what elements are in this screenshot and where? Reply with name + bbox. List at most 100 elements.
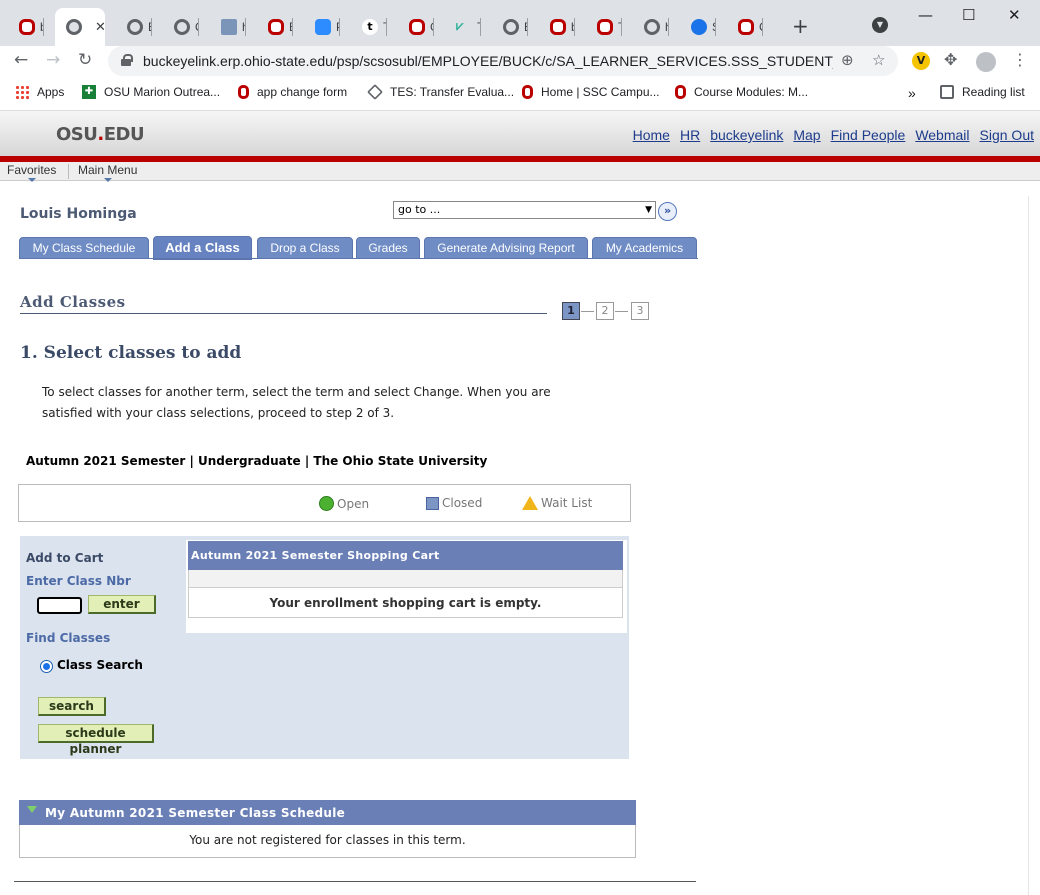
apps-grid-icon <box>15 85 29 99</box>
osu-logo[interactable]: OSU.EDU <box>56 124 145 145</box>
reload-icon[interactable]: ↻ <box>78 50 92 70</box>
bookmark-osu-marion[interactable]: ✚ OSU Marion Outrea... <box>82 85 220 99</box>
tab-grades[interactable]: Grades <box>356 237 420 259</box>
globe-icon <box>503 19 519 35</box>
lock-icon[interactable] <box>121 54 133 66</box>
close-tab-icon[interactable]: ✕ <box>95 20 106 35</box>
back-icon[interactable]: ← <box>14 50 28 70</box>
class-search-radio[interactable] <box>40 660 53 673</box>
bookmark-course-modules[interactable]: Course Modules: M... <box>675 85 808 99</box>
t-icon: t <box>362 19 378 35</box>
closed-square-icon <box>426 496 439 510</box>
tab-drop-a-class[interactable]: Drop a Class <box>257 237 353 259</box>
reading-list-button[interactable]: Reading list <box>940 85 1025 99</box>
tab-separator <box>433 18 434 36</box>
enter-button[interactable]: enter <box>88 595 156 614</box>
bookmark-apps[interactable]: Apps <box>15 85 64 99</box>
menu-main-menu[interactable]: Main Menu <box>78 163 137 182</box>
scrollbar-track[interactable] <box>1028 196 1029 895</box>
url-text[interactable]: buckeyelink.erp.ohio-state.edu/psp/scsos… <box>143 53 833 69</box>
new-tab-button[interactable]: + <box>792 14 809 38</box>
tab-separator <box>339 18 340 36</box>
link-sign-out[interactable]: Sign Out <box>980 127 1034 143</box>
tab-my-academics[interactable]: My Academics <box>592 237 697 259</box>
maximize-icon[interactable]: ☐ <box>962 6 975 24</box>
browser-tab[interactable]: ⩗Tr <box>445 8 481 46</box>
link-hr[interactable]: HR <box>680 127 700 143</box>
browser-tab[interactable]: Er <box>116 8 152 46</box>
link-buckeyelink[interactable]: buckeyelink <box>710 127 783 143</box>
tab-add-a-class[interactable]: Add a Class <box>153 236 252 260</box>
browser-tab[interactable]: El <box>492 8 528 46</box>
globe-icon <box>66 19 82 35</box>
minimize-icon[interactable]: — <box>918 6 933 24</box>
tab-my-class-schedule[interactable]: My Class Schedule <box>19 237 149 259</box>
browser-tab[interactable]: G <box>398 8 434 46</box>
browser-tab[interactable]: bu <box>539 8 575 46</box>
browser-tab[interactable]: St <box>680 8 716 46</box>
link-find-people[interactable]: Find People <box>831 127 906 143</box>
shopping-cart-header: Autumn 2021 Semester Shopping Cart <box>188 541 623 570</box>
bookmark-app-change-form[interactable]: app change form <box>238 85 347 99</box>
top-links: Home HR buckeyelink Map Find People Webm… <box>633 127 1034 143</box>
tab-strip: buh✕ErOhExPetTeG⩗TrElbuTlhtStC + ▼ — ☐ ✕ <box>0 0 1040 46</box>
osu-icon <box>675 85 686 99</box>
bookmarks-overflow-button[interactable]: » <box>908 85 916 101</box>
browser-tab[interactable]: C <box>727 8 763 46</box>
browser-menu-icon[interactable]: ⋮ <box>1012 50 1028 69</box>
tab-separator <box>668 18 669 36</box>
tab-separator <box>527 18 528 36</box>
tab-separator <box>43 18 44 36</box>
reading-list-icon <box>940 85 954 99</box>
tab-search-icon[interactable]: ▼ <box>872 17 888 33</box>
link-home[interactable]: Home <box>633 127 670 143</box>
tab-separator <box>480 18 481 36</box>
class-nbr-input[interactable] <box>37 597 82 614</box>
osu-header: OSU.EDU Home HR buckeyelink Map Find Peo… <box>0 111 1040 156</box>
tab-separator <box>245 18 246 36</box>
browser-tab[interactable]: bu <box>8 8 44 46</box>
web-icon <box>691 19 707 35</box>
bookmark-ssc[interactable]: Home | SSC Campu... <box>522 85 660 99</box>
browser-toolbar: ← → ↻ buckeyelink.erp.ohio-state.edu/psp… <box>0 46 1040 77</box>
link-webmail[interactable]: Webmail <box>915 127 969 143</box>
legend-wait-list: Wait List <box>522 496 592 510</box>
collapse-triangle-icon[interactable] <box>27 806 37 813</box>
shopping-cart-column-row <box>188 570 623 588</box>
extensions-puzzle-icon[interactable]: ✥ <box>944 50 957 69</box>
browser-tab[interactable]: Tl <box>586 8 622 46</box>
browser-tab[interactable]: h <box>210 8 246 46</box>
goto-button[interactable]: » <box>658 202 677 221</box>
tab-separator <box>292 18 293 36</box>
close-window-icon[interactable]: ✕ <box>1008 6 1021 24</box>
bookmark-tes[interactable]: TES: Transfer Evalua... <box>367 84 514 100</box>
link-map[interactable]: Map <box>793 127 820 143</box>
browser-tab[interactable]: Pe <box>304 8 340 46</box>
browser-tab[interactable]: O <box>163 8 199 46</box>
step-connector <box>615 311 628 312</box>
browser-tab[interactable]: h✕ <box>55 8 106 46</box>
osu-icon <box>19 19 35 35</box>
osu-icon <box>238 85 249 99</box>
add-to-cart-label: Add to Cart <box>26 551 104 565</box>
address-bar[interactable]: buckeyelink.erp.ohio-state.edu/psp/scsos… <box>108 46 898 76</box>
search-button[interactable]: search <box>38 697 106 716</box>
extension-v-icon[interactable]: V <box>912 52 930 70</box>
zoom-icon[interactable]: ⊕ <box>841 51 854 69</box>
schedule-planner-button[interactable]: schedule planner <box>38 724 154 756</box>
menu-favorites[interactable]: Favorites <box>7 163 56 182</box>
class-schedule-header[interactable]: My Autumn 2021 Semester Class Schedule <box>19 800 636 825</box>
globe-icon <box>127 19 143 35</box>
osu-icon <box>409 19 425 35</box>
tab-separator <box>198 18 199 36</box>
student-name: Louis Hominga <box>20 206 137 222</box>
browser-tab[interactable]: ht <box>633 8 669 46</box>
forward-icon[interactable]: → <box>46 50 60 70</box>
browser-tab[interactable]: Ex <box>257 8 293 46</box>
profile-avatar[interactable] <box>976 52 996 72</box>
goto-select[interactable]: go to ... ▼ <box>393 201 656 219</box>
image-icon <box>221 19 237 35</box>
browser-tab[interactable]: tTe <box>351 8 387 46</box>
tab-generate-advising-report[interactable]: Generate Advising Report <box>424 237 588 259</box>
bookmark-star-icon[interactable]: ☆ <box>872 51 885 69</box>
